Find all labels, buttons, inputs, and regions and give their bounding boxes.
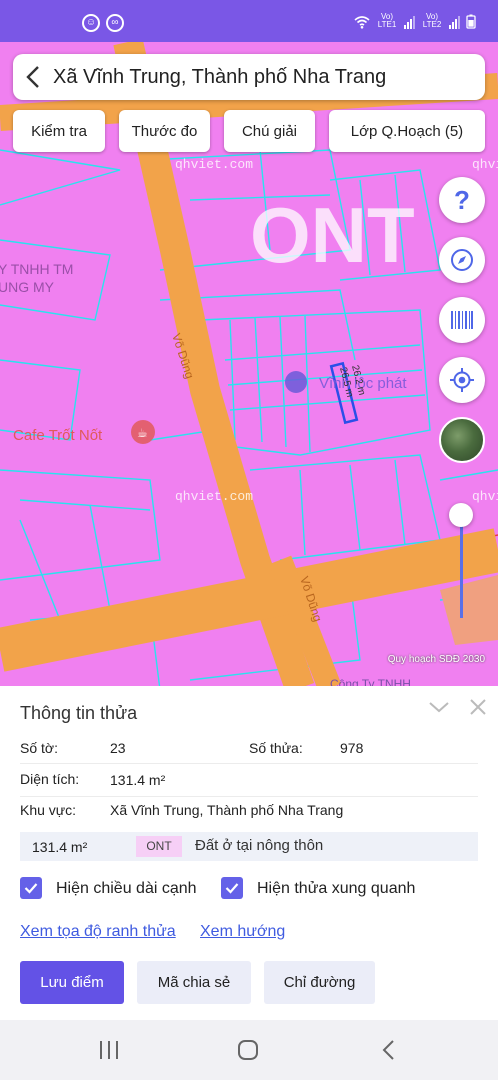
show-edges-checkbox[interactable] [20, 877, 42, 899]
plot-number-label: Số thửa: [249, 740, 303, 756]
poi-cafe-label: Cafe Trốt Nốt [13, 427, 103, 444]
system-nav-bar [0, 1020, 498, 1080]
location-header: Xã Vĩnh Trung, Thành phố Nha Trang [13, 54, 485, 100]
plot-number-value: 978 [340, 740, 364, 756]
watermark-mid: qhviet.com [175, 489, 253, 504]
map-layer-caption: Quy hoạch SDĐ 2030 [387, 654, 485, 665]
check-button[interactable]: Kiểm tra [13, 110, 105, 152]
back-nav-icon [382, 1040, 394, 1060]
help-button[interactable]: ? [439, 177, 485, 223]
save-point-button[interactable]: Lưu điểm [20, 961, 124, 1004]
land-use-code-badge: ONT [136, 836, 182, 857]
checkmark-icon [24, 883, 38, 894]
zoom-slider-track[interactable] [460, 518, 463, 618]
region-label: Khu vực: [20, 802, 77, 818]
area-label: Diện tích: [20, 771, 80, 787]
land-use-description: Đất ở tại nông thôn [195, 837, 324, 854]
home-icon [238, 1040, 258, 1060]
checkmark-icon [225, 883, 239, 894]
sheet-number-value: 23 [110, 740, 126, 756]
divider [20, 763, 478, 764]
recent-apps-icon [100, 1041, 118, 1059]
show-edges-label[interactable]: Hiện chiều dài cạnh [56, 880, 197, 898]
watermark-right-top: qhviet [472, 157, 498, 172]
status-bar: ☺ ∞ Vo) LTE1 Vo) LTE2 [0, 0, 498, 42]
place-icon[interactable] [285, 371, 307, 393]
home-button[interactable] [234, 1038, 262, 1062]
compass-button[interactable] [439, 237, 485, 283]
close-icon[interactable] [469, 698, 487, 716]
legend-button[interactable]: Chú giải [224, 110, 315, 152]
watermark-right-mid: qhviet [472, 489, 498, 504]
layers-button[interactable]: Lớp Q.Hoạch (5) [329, 110, 485, 152]
messenger-icon: ☺ [82, 14, 100, 32]
zone-code-label: ONT [250, 191, 415, 279]
battery-icon [466, 14, 476, 29]
land-use-area: 131.4 m² [32, 839, 88, 855]
cafe-glyph: ☕ [137, 426, 148, 440]
divider [20, 796, 478, 797]
target-icon [450, 368, 474, 392]
sheet-number-label: Số tờ: [20, 740, 58, 756]
share-code-button[interactable]: Mã chia sẻ [137, 961, 251, 1004]
measure-button[interactable]: Thước đo [119, 110, 210, 152]
app-notification-icon: ∞ [106, 14, 124, 32]
show-neighbors-checkbox[interactable] [221, 877, 243, 899]
view-coordinates-link[interactable]: Xem tọa độ ranh thửa [20, 923, 176, 941]
satellite-layer-button[interactable] [439, 417, 485, 463]
view-direction-link[interactable]: Xem hướng [200, 923, 285, 941]
recent-apps-button[interactable] [95, 1038, 123, 1062]
show-neighbors-label[interactable]: Hiện thửa xung quanh [257, 880, 415, 898]
status-icons-left: ☺ ∞ [82, 14, 124, 32]
parcel-info-sheet: Thông tin thửa Số tờ: 23 Số thửa: 978 Di… [0, 686, 498, 1020]
signal-2-icon [449, 15, 460, 29]
land-use-row: 131.4 m² ONT Đất ở tại nông thôn [20, 832, 478, 861]
status-icons-right: Vo) LTE1 Vo) LTE2 [354, 13, 476, 29]
back-icon[interactable] [13, 54, 53, 100]
poi-company-label-2: UNG MY [0, 279, 55, 295]
wifi-icon [354, 16, 370, 29]
barcode-button[interactable] [439, 297, 485, 343]
area-value: 131.4 m² [110, 772, 166, 788]
poi-company-label-1: Y TNHH TM [0, 261, 73, 277]
compass-icon [451, 249, 473, 271]
lte2-label: Vo) LTE2 [422, 12, 442, 29]
chevron-down-icon[interactable] [428, 700, 450, 714]
watermark-top: qhviet.com [175, 157, 253, 172]
zone-commercial [440, 575, 498, 645]
sheet-title: Thông tin thửa [20, 703, 138, 723]
help-icon: ? [454, 184, 470, 215]
signal-1-icon [404, 15, 415, 29]
lte1-label: Vo) LTE1 [377, 12, 397, 29]
region-value: Xã Vĩnh Trung, Thành phố Nha Trang [110, 802, 344, 818]
zoom-slider-knob[interactable] [449, 503, 473, 527]
back-nav-button[interactable] [374, 1038, 402, 1062]
barcode-icon [451, 311, 473, 329]
directions-button[interactable]: Chỉ đường [264, 961, 375, 1004]
location-title: Xã Vĩnh Trung, Thành phố Nha Trang [53, 65, 387, 88]
my-location-button[interactable] [439, 357, 485, 403]
